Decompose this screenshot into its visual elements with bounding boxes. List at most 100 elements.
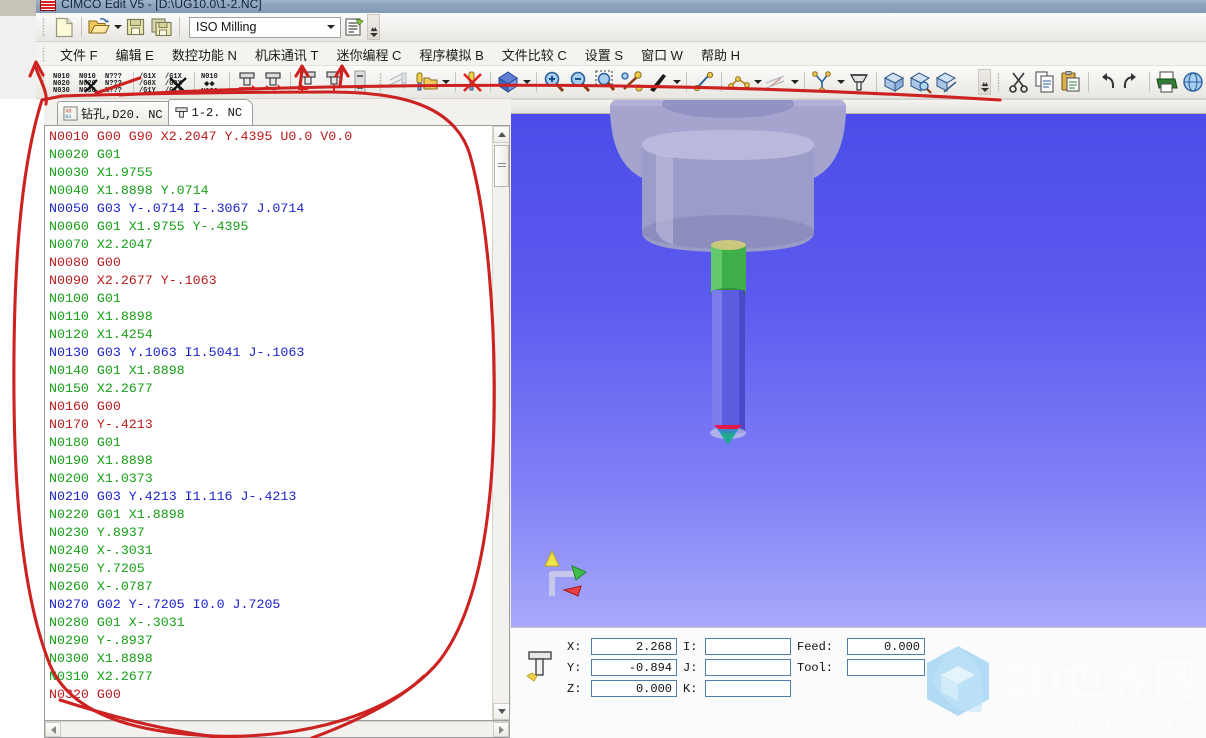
- menu-file[interactable]: 文件 F: [51, 43, 107, 66]
- solid-view-button[interactable]: [495, 70, 521, 94]
- tool-library-button[interactable]: [414, 70, 440, 94]
- remove-gcode-button[interactable]: /G1X /G0X /G1Y: [164, 70, 190, 95]
- tool-model: [610, 100, 846, 445]
- menu-help[interactable]: 帮助 H: [692, 43, 749, 66]
- zoom-out-button[interactable]: [567, 70, 593, 94]
- k-value-field[interactable]: [705, 680, 791, 697]
- zoom-in-button[interactable]: [541, 70, 567, 94]
- insert-gcode-button[interactable]: /G1X /G0X /G1Y: [138, 70, 164, 95]
- tab-drill-d20[interactable]: X0 G1 钻孔,D20. NC: [57, 101, 174, 125]
- nc-toolbar-overflow-button[interactable]: ▴▴: [978, 69, 991, 95]
- scroll-down-button[interactable]: [493, 703, 509, 720]
- pan-button[interactable]: [645, 70, 671, 94]
- renumber-button[interactable]: N010 N020 N030: [51, 70, 77, 95]
- gcode-text[interactable]: N0010 G00 G90 X2.2047 Y.4395 U0.0 V0.0 N0…: [45, 126, 492, 720]
- nc-format-combo[interactable]: ISO Milling: [189, 16, 341, 38]
- toolbar-overflow-button[interactable]: ▴▴: [367, 14, 380, 40]
- delete-tool-button[interactable]: [460, 70, 486, 94]
- solid-sim-zoom-button[interactable]: [907, 70, 933, 94]
- menu-file-compare[interactable]: 文件比较 C: [493, 43, 576, 66]
- nc-toolbar-gripper[interactable]: [41, 72, 48, 92]
- printer-icon: [1156, 71, 1178, 93]
- floppy-save-all-icon: [151, 18, 172, 37]
- menubar-gripper[interactable]: [41, 46, 48, 62]
- tool-compensation-arc-button[interactable]: [260, 70, 286, 94]
- editor-vertical-scrollbar[interactable]: [492, 126, 509, 720]
- menu-edit[interactable]: 编辑 E: [107, 43, 163, 66]
- print-button[interactable]: [1154, 70, 1180, 94]
- tool-setup-button[interactable]: [846, 70, 872, 94]
- z-value-field[interactable]: 0.000: [591, 680, 677, 697]
- pan-dropdown[interactable]: [671, 71, 682, 93]
- edit-toolbar-gripper[interactable]: [996, 72, 1003, 92]
- gcode-editor[interactable]: N0010 G00 G90 X2.2047 Y.4395 U0.0 V0.0 N0…: [44, 126, 510, 721]
- cut-button[interactable]: [1006, 70, 1032, 94]
- tool-library-dropdown[interactable]: [440, 71, 451, 93]
- save-file-button[interactable]: [123, 15, 149, 39]
- gcode-line: N0260 X-.0787: [49, 579, 153, 594]
- menu-mini-program[interactable]: 迷你编程 C: [327, 43, 410, 66]
- sort-numbers-button[interactable]: N010 ◆◆ N030: [199, 70, 225, 95]
- i-label: I:: [683, 639, 698, 654]
- scroll-left-button[interactable]: [45, 722, 61, 737]
- xyz-axis-gizmo-icon: [544, 549, 587, 597]
- polyline-button[interactable]: [726, 70, 752, 94]
- y-value-field[interactable]: -0.894: [591, 659, 677, 676]
- save-all-button[interactable]: [149, 15, 175, 39]
- pan-hand-icon: [650, 74, 666, 92]
- chevron-down-icon[interactable]: [322, 19, 339, 36]
- tool-compensation-right-button[interactable]: [234, 70, 260, 94]
- i-value-field[interactable]: [705, 638, 791, 655]
- solid-sim-section-button[interactable]: [933, 70, 959, 94]
- remove-numbers-button[interactable]: N010 N020 N030: [77, 70, 103, 95]
- copy-button[interactable]: [1032, 70, 1058, 94]
- menu-window[interactable]: 窗口 W: [632, 43, 692, 66]
- menu-backplot[interactable]: 程序模拟 B: [410, 43, 492, 66]
- tab-1-2-nc[interactable]: 1-2. NC: [167, 99, 254, 125]
- backplot-viewport[interactable]: [511, 99, 1206, 627]
- tool-setup-icon: [849, 74, 869, 91]
- menu-machine-comm[interactable]: 机床通讯 T: [246, 43, 328, 66]
- feed-value-field[interactable]: 0.000: [847, 638, 925, 655]
- paste-button[interactable]: [1058, 70, 1084, 94]
- toolbar-gripper[interactable]: [41, 17, 48, 37]
- tool-value-field[interactable]: [847, 659, 925, 676]
- tool-end-button[interactable]: [321, 70, 347, 94]
- tool-list-button[interactable]: [347, 70, 373, 94]
- zoom-fit-button[interactable]: [619, 70, 645, 94]
- new-file-button[interactable]: [51, 15, 77, 39]
- polyline-dropdown[interactable]: [752, 71, 763, 93]
- node-tree-button[interactable]: [809, 70, 835, 94]
- help-button[interactable]: [1180, 70, 1206, 94]
- zoom-window-button[interactable]: [593, 70, 619, 94]
- surface-dropdown[interactable]: [789, 71, 800, 93]
- undo-button[interactable]: [1093, 70, 1119, 94]
- x-value-field[interactable]: 2.268: [591, 638, 677, 655]
- redo-button[interactable]: [1119, 70, 1145, 94]
- menu-settings[interactable]: 设置 S: [576, 43, 632, 66]
- vertical-scroll-thumb[interactable]: [494, 145, 509, 187]
- block-numbers-button[interactable]: N??? N??? N???: [103, 70, 129, 95]
- gcode-line: N0300 X1.8898: [49, 651, 153, 666]
- file-properties-button[interactable]: [341, 15, 367, 39]
- coordinate-grid: X: 2.268 I: Feed: 0.000 Y: -0.894 J: Too…: [567, 638, 925, 697]
- svg-text:N030: N030: [53, 87, 70, 95]
- open-file-button[interactable]: [86, 15, 112, 39]
- surface-button[interactable]: [763, 70, 789, 94]
- node-tree-dropdown[interactable]: [835, 71, 846, 93]
- nc-toolbar-gripper-2[interactable]: [378, 72, 385, 92]
- gcode-line: N0270 G02 Y-.7205 I0.0 J.7205: [49, 597, 281, 612]
- solid-view-dropdown[interactable]: [521, 71, 532, 93]
- tool-start-button[interactable]: [295, 70, 321, 94]
- menu-nc-functions[interactable]: 数控功能 N: [163, 43, 246, 66]
- new-document-icon: [55, 17, 73, 37]
- nc-sep-7: [536, 72, 537, 92]
- scroll-up-button[interactable]: [493, 126, 509, 143]
- j-value-field[interactable]: [705, 659, 791, 676]
- mirror-tool-button[interactable]: [388, 70, 414, 94]
- measure-button[interactable]: [691, 70, 717, 94]
- open-file-dropdown[interactable]: [112, 16, 123, 38]
- scroll-right-button[interactable]: [493, 722, 509, 737]
- solid-sim-button[interactable]: [881, 70, 907, 94]
- editor-horizontal-scrollbar[interactable]: [44, 721, 510, 738]
